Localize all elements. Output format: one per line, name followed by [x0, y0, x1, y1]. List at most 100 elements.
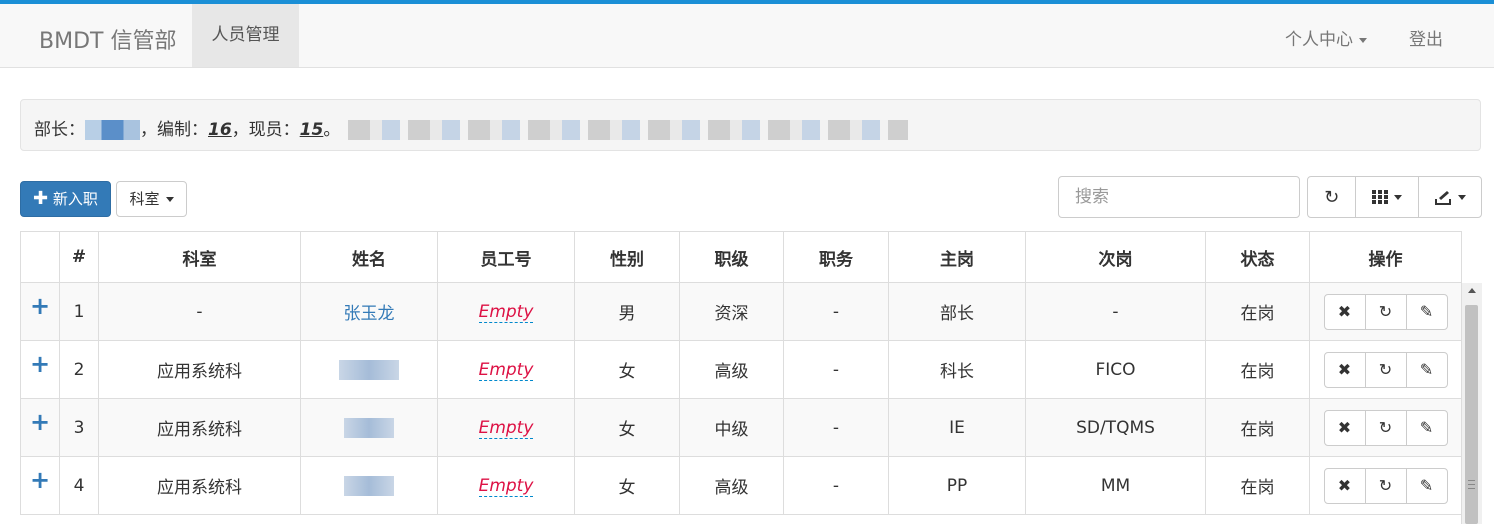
redacted-name[interactable] — [344, 475, 394, 496]
refresh-icon: ↻ — [1378, 360, 1393, 379]
row-rank: 资深 — [679, 282, 784, 341]
department-summary: 部长： ，编制：16，现员：15。 — [20, 99, 1481, 151]
nav-tab-staff[interactable]: 人员管理 — [192, 4, 299, 67]
table-header-row: # 科室 姓名 员工号 性别 职级 职务 主岗 次岗 状态 操作 — [20, 231, 1462, 283]
pencil-icon: ✎ — [1419, 418, 1434, 437]
row-gender: 男 — [574, 282, 680, 341]
user-menu[interactable]: 个人中心 — [1285, 25, 1367, 50]
expand-row-icon[interactable]: + — [30, 408, 50, 436]
row-name-link[interactable]: 张玉龙 — [344, 304, 395, 324]
export-icon — [1434, 191, 1451, 205]
row-status: 在岗 — [1205, 398, 1310, 457]
close-icon: ✖ — [1337, 476, 1352, 495]
close-icon: ✖ — [1337, 360, 1352, 379]
row-secondary-post: - — [1025, 282, 1206, 341]
plus-icon: ✚ — [33, 188, 49, 209]
logout-link[interactable]: 登出 — [1409, 25, 1443, 50]
delete-button[interactable]: ✖ — [1325, 411, 1365, 445]
delete-button[interactable]: ✖ — [1325, 295, 1365, 329]
search-input[interactable] — [1058, 176, 1300, 218]
row-title: - — [783, 340, 889, 399]
columns-grid-icon — [1372, 190, 1389, 204]
row-number: 3 — [59, 398, 99, 457]
column-header-gender[interactable]: 性别 — [574, 231, 680, 283]
row-primary-post: PP — [888, 456, 1026, 515]
reset-button[interactable]: ↻ — [1364, 352, 1406, 387]
row-employee-id-editable[interactable]: Empty — [478, 475, 534, 497]
row-department: 应用系统科 — [98, 456, 301, 515]
row-department: 应用系统科 — [98, 340, 301, 399]
edit-button[interactable]: ✎ — [1405, 352, 1447, 387]
staff-table: # 科室 姓名 员工号 性别 职级 职务 主岗 次岗 状态 操作 + 1 - 张… — [20, 231, 1462, 515]
table-row: + 1 - 张玉龙 Empty 男 资深 - 部长 - 在岗 ✖ ↻ ✎ — [20, 282, 1462, 341]
reset-button[interactable]: ↻ — [1364, 294, 1406, 329]
table-row: + 4 应用系统科 Empty 女 高级 - PP MM 在岗 ✖ ↻ ✎ — [20, 456, 1462, 515]
row-actions: ✖ ↻ ✎ — [1323, 409, 1448, 446]
edit-button[interactable]: ✎ — [1405, 410, 1447, 445]
redacted-name[interactable] — [339, 359, 399, 380]
row-actions: ✖ ↻ ✎ — [1323, 351, 1448, 388]
refresh-icon: ↻ — [1324, 186, 1340, 208]
reset-button[interactable]: ↻ — [1364, 410, 1406, 445]
column-header-primary-post[interactable]: 主岗 — [888, 231, 1026, 283]
column-header-expand — [20, 231, 60, 283]
summary-text: 部长： ，编制：16，现员：15。 — [34, 115, 909, 140]
column-header-status[interactable]: 状态 — [1205, 231, 1310, 283]
column-header-name[interactable]: 姓名 — [300, 231, 438, 283]
redacted-summary-detail — [348, 120, 909, 140]
edit-button[interactable]: ✎ — [1405, 294, 1447, 329]
quota-label: ，编制： — [140, 120, 208, 140]
caret-down-icon — [1457, 194, 1466, 200]
head-label: 部长： — [34, 120, 85, 140]
scroll-up-arrow-icon[interactable] — [1468, 288, 1476, 293]
row-employee-id-editable[interactable]: Empty — [478, 417, 534, 439]
current-value: 15 — [299, 120, 324, 140]
refresh-icon: ↻ — [1378, 476, 1393, 495]
brand[interactable]: BMDT 信管部 — [39, 23, 176, 55]
column-header-employee-id[interactable]: 员工号 — [437, 231, 575, 283]
expand-row-icon[interactable]: + — [30, 292, 50, 320]
row-title: - — [783, 398, 889, 457]
row-number: 2 — [59, 340, 99, 399]
department-filter-dropdown[interactable]: 科室 — [116, 181, 187, 217]
row-gender: 女 — [574, 340, 680, 399]
expand-row-icon[interactable]: + — [30, 466, 50, 494]
row-title: - — [783, 282, 889, 341]
grip-icon — [1468, 480, 1475, 489]
delete-button[interactable]: ✖ — [1325, 353, 1365, 387]
expand-row-icon[interactable]: + — [30, 350, 50, 378]
row-actions: ✖ ↻ ✎ — [1323, 293, 1448, 330]
table-tools: ↻ — [1307, 176, 1482, 218]
row-primary-post: IE — [888, 398, 1026, 457]
delete-button[interactable]: ✖ — [1325, 469, 1365, 503]
row-status: 在岗 — [1205, 282, 1310, 341]
table-row: + 3 应用系统科 Empty 女 中级 - IE SD/TQMS 在岗 ✖ ↻… — [20, 398, 1462, 457]
row-primary-post: 部长 — [888, 282, 1026, 341]
quota-value: 16 — [208, 120, 232, 140]
row-employee-id-editable[interactable]: Empty — [478, 301, 534, 323]
current-label: ，现员： — [231, 120, 300, 140]
column-header-title[interactable]: 职务 — [783, 231, 889, 283]
row-status: 在岗 — [1205, 340, 1310, 399]
close-icon: ✖ — [1337, 302, 1352, 321]
export-button[interactable] — [1417, 177, 1481, 217]
refresh-button[interactable]: ↻ — [1308, 177, 1355, 217]
column-header-department[interactable]: 科室 — [98, 231, 301, 283]
column-header-secondary-post[interactable]: 次岗 — [1025, 231, 1206, 283]
row-rank: 中级 — [679, 398, 784, 457]
row-employee-id-editable[interactable]: Empty — [478, 359, 534, 381]
reset-button[interactable]: ↻ — [1364, 468, 1406, 503]
scrollbar-thumb[interactable] — [1465, 305, 1478, 524]
edit-button[interactable]: ✎ — [1405, 468, 1447, 503]
row-title: - — [783, 456, 889, 515]
column-header-rank[interactable]: 职级 — [679, 231, 784, 283]
pencil-icon: ✎ — [1419, 302, 1434, 321]
row-number: 1 — [59, 282, 99, 341]
redacted-name[interactable] — [344, 417, 394, 438]
new-hire-button[interactable]: ✚ 新入职 — [20, 181, 111, 217]
columns-toggle-button[interactable] — [1355, 177, 1417, 217]
column-header-number[interactable]: # — [59, 231, 99, 283]
table-scrollbar[interactable] — [1461, 283, 1482, 524]
user-menu-label: 个人中心 — [1285, 30, 1353, 50]
pencil-icon: ✎ — [1419, 360, 1434, 379]
